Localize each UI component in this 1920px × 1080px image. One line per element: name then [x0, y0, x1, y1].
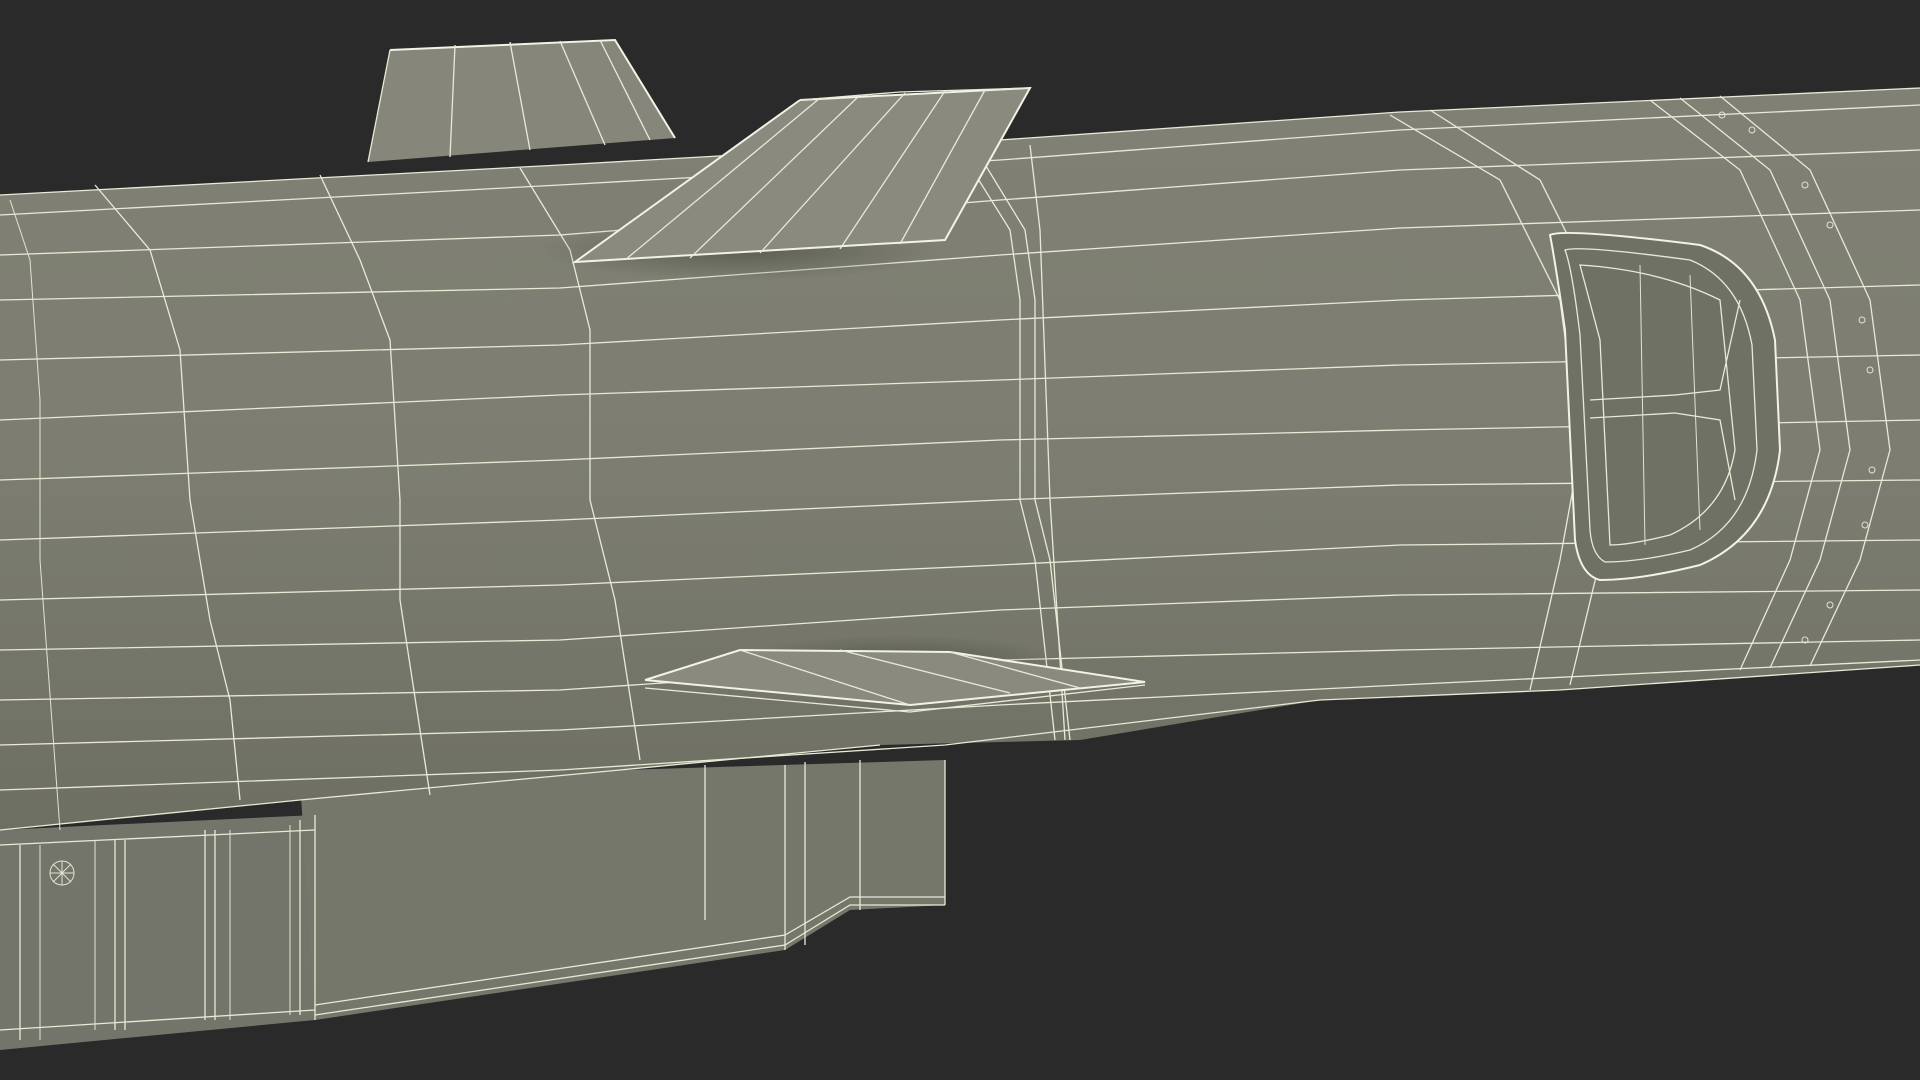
side-intake	[1548, 231, 1782, 582]
render-viewport	[0, 0, 1920, 1080]
wireframe-render	[0, 0, 1920, 1080]
